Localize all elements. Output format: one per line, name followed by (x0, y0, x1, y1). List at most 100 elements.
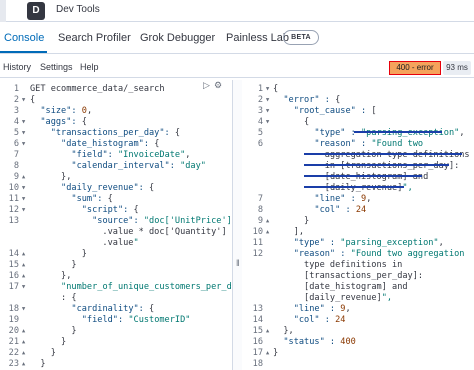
fold-toggle-icon[interactable]: ▴ (265, 348, 270, 359)
pane-splitter[interactable] (232, 80, 242, 370)
line-number: 6 (13, 139, 19, 149)
line-number: 14 (252, 315, 263, 325)
code-text: { (273, 84, 279, 94)
line-number: 19 (8, 315, 19, 325)
nav-edge (0, 0, 6, 22)
line-number: 12 (8, 205, 19, 215)
fold-toggle-icon[interactable]: ▴ (21, 260, 26, 271)
line-number: 7 (13, 150, 19, 160)
line-number: 15 (8, 260, 19, 270)
code-text: [daily_revenue]", (324, 183, 413, 193)
code-text: [date_histogram] and (324, 172, 429, 182)
tab-grok-debugger[interactable]: Grok Debugger (140, 32, 215, 44)
help-link[interactable]: Help (80, 62, 99, 72)
request-editor[interactable]: 1 GET ecommerce_data/_search 2 ▾{3 "size": … (0, 80, 247, 370)
fold-toggle-icon[interactable]: ▾ (21, 205, 26, 216)
line-number: 18 (252, 359, 263, 369)
fold-toggle-icon[interactable]: ▴ (21, 271, 26, 282)
fold-toggle-icon[interactable]: ▾ (21, 194, 26, 205)
fold-toggle-icon[interactable]: ▾ (265, 95, 270, 106)
line-number: 16 (252, 337, 263, 347)
code-text: "field": "CustomerID" (81, 315, 191, 325)
code-text: .value" (30, 238, 139, 248)
wrench-icon[interactable]: ⚙ (214, 80, 222, 91)
line-number: 1 (257, 84, 263, 94)
code-text: "daily_revenue": { (61, 183, 155, 193)
code-text: }, (61, 172, 72, 182)
line-number: 11 (8, 194, 19, 204)
annotation-underline (304, 164, 449, 166)
beta-badge: BETA (283, 30, 319, 45)
fold-toggle-icon[interactable]: ▾ (21, 117, 26, 128)
fold-toggle-icon[interactable]: ▴ (21, 359, 26, 370)
line-number: 11 (252, 238, 263, 248)
code-text: "date_histogram": { (61, 139, 160, 149)
resize-handle-icon[interactable]: ‖ (236, 258, 240, 268)
fold-toggle-icon[interactable]: ▾ (265, 84, 270, 95)
fold-toggle-icon[interactable]: ▴ (265, 216, 270, 227)
code-text: [transactions_per_day]: (304, 271, 424, 281)
code-text: } (304, 216, 310, 226)
fold-toggle-icon[interactable]: ▾ (265, 106, 270, 117)
line-number: 2 (13, 95, 19, 105)
code-text: } (61, 337, 67, 347)
code-text: } (40, 359, 46, 369)
line-number: 10 (8, 183, 19, 193)
line-number: 16 (8, 271, 19, 281)
fold-toggle-icon[interactable]: ▾ (21, 139, 26, 150)
code-text: "reason" : "Found two (314, 139, 424, 149)
app-logo[interactable]: D (27, 2, 45, 20)
code-text: }, (283, 326, 294, 336)
line-number: 15 (252, 326, 263, 336)
code-text: "aggs": { (40, 117, 87, 127)
fold-toggle-icon[interactable]: ▴ (265, 326, 270, 337)
line-number: 22 (8, 348, 19, 358)
line-number: 5 (13, 128, 19, 138)
fold-toggle-icon[interactable]: ▾ (21, 183, 26, 194)
fold-toggle-icon[interactable]: ▾ (265, 117, 270, 128)
code-text: "error" : { (283, 95, 341, 105)
line-number: 3 (257, 106, 263, 116)
play-icon[interactable]: ▷ (203, 80, 210, 91)
code-text: type definitions in (273, 260, 403, 270)
line-number: 1 (13, 84, 19, 94)
response-editor: 1 ▾{2 ▾ "error" : {3 ▾ "root_cause" : [4 ▾ {… (243, 80, 474, 370)
code-text: } (273, 348, 279, 358)
app-title[interactable]: Dev Tools (56, 4, 100, 15)
code-text: "col" : 24 (293, 315, 346, 325)
fold-toggle-icon[interactable]: ▴ (21, 326, 26, 337)
fold-toggle-icon[interactable]: ▴ (21, 172, 26, 183)
fold-toggle-icon[interactable]: ▾ (21, 282, 26, 293)
fold-toggle-icon[interactable]: ▾ (21, 128, 26, 139)
code-text: "reason" : "Found two aggregation (293, 249, 465, 259)
fold-toggle-icon[interactable]: ▴ (21, 249, 26, 260)
fold-toggle-icon[interactable]: ▴ (265, 227, 270, 238)
tab-console[interactable]: Console (4, 32, 44, 44)
history-link[interactable]: History (3, 62, 31, 72)
line-number: 17 (8, 282, 19, 292)
code-text: : { (30, 293, 77, 303)
active-tab-indicator (0, 51, 47, 53)
request-time-badge: 93 ms (443, 61, 471, 75)
code-text: }, (61, 271, 72, 281)
fold-toggle-icon[interactable]: ▾ (21, 95, 26, 106)
code-text: "field": "InvoiceDate", (71, 150, 191, 160)
code-text: } (50, 348, 56, 358)
line-number: 3 (13, 106, 19, 116)
code-text: } (71, 326, 77, 336)
status-code-badge: 400 - error (389, 61, 441, 75)
code-text: "type" : "parsing_exception", (314, 128, 465, 138)
line-number: 6 (257, 139, 263, 149)
line-number: 13 (252, 304, 263, 314)
code-text: } (81, 249, 87, 259)
settings-link[interactable]: Settings (40, 62, 73, 72)
line-number: 14 (8, 249, 19, 259)
line-number: 17 (252, 348, 263, 358)
annotation-underline (354, 131, 442, 133)
tab-painless-lab[interactable]: Painless Lab (226, 32, 289, 44)
fold-toggle-icon[interactable]: ▴ (21, 348, 26, 359)
tab-search-profiler[interactable]: Search Profiler (58, 32, 131, 44)
fold-toggle-icon[interactable]: ▴ (21, 337, 26, 348)
fold-toggle-icon[interactable]: ▾ (21, 304, 26, 315)
line-number: 21 (8, 337, 19, 347)
